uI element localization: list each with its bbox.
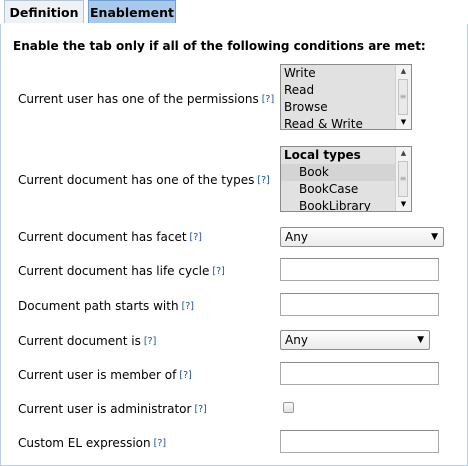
administrator-label-text: Current user is administrator xyxy=(18,402,192,416)
el-expression-input[interactable] xyxy=(280,430,439,453)
permissions-label: Current user has one of the permissions[… xyxy=(18,92,274,106)
el-label: Custom EL expression [?] xyxy=(18,436,166,450)
dropdown-arrow-icon: ▼ xyxy=(417,335,424,345)
types-group-header: Local types xyxy=(281,147,395,164)
help-link[interactable]: [?] xyxy=(194,404,206,415)
administrator-label: Current user is administrator [?] xyxy=(18,402,207,416)
help-link[interactable]: [?] xyxy=(154,438,166,449)
path-label: Document path starts with [?] xyxy=(18,299,194,313)
scroll-thumb[interactable]: ≡ xyxy=(398,161,408,197)
types-listbox[interactable]: Local types Book BookCase BookLibrary ▲ … xyxy=(280,146,412,212)
path-input[interactable] xyxy=(280,293,439,316)
lifecycle-label: Current document has life cycle [?] xyxy=(18,264,225,278)
tab-bar: Definition Enablement xyxy=(0,0,468,25)
permission-option[interactable]: Read & Write xyxy=(281,116,395,129)
types-options: Local types Book BookCase BookLibrary xyxy=(281,147,395,211)
scroll-down-icon[interactable]: ▼ xyxy=(396,198,411,211)
path-label-text: Document path starts with xyxy=(18,299,179,313)
lifecycle-input[interactable] xyxy=(280,258,439,281)
facet-label: Current document has facet [?] xyxy=(18,230,202,244)
help-link[interactable]: [?] xyxy=(257,175,269,186)
lifecycle-label-text: Current document has life cycle xyxy=(18,264,210,278)
tab-enablement[interactable]: Enablement xyxy=(88,0,176,23)
help-link[interactable]: [?] xyxy=(262,94,274,105)
facet-label-text: Current document has facet xyxy=(18,230,187,244)
permissions-options: Write Read Browse Read & Write xyxy=(281,65,395,129)
types-scrollbar[interactable]: ▲ ≡ ▼ xyxy=(395,147,411,211)
help-link[interactable]: [?] xyxy=(144,336,156,347)
facet-select[interactable]: Any ▼ xyxy=(280,227,444,247)
permission-option[interactable]: Read xyxy=(281,82,395,99)
help-link[interactable]: [?] xyxy=(179,370,191,381)
el-label-text: Custom EL expression xyxy=(18,436,151,450)
facet-select-value: Any xyxy=(285,230,308,244)
help-link[interactable]: [?] xyxy=(182,301,194,312)
scroll-thumb[interactable]: ≡ xyxy=(398,79,408,115)
member-of-label-text: Current user is member of xyxy=(18,368,177,382)
types-label: Current document has one of the types [?] xyxy=(18,173,270,187)
help-link[interactable]: [?] xyxy=(212,266,224,277)
type-option[interactable]: BookLibrary xyxy=(281,198,395,211)
doc-is-label-text: Current document is xyxy=(18,334,141,348)
member-of-label: Current user is member of [?] xyxy=(18,368,192,382)
permissions-listbox[interactable]: Write Read Browse Read & Write ▲ ≡ ▼ xyxy=(280,64,412,130)
doc-is-select[interactable]: Any ▼ xyxy=(280,330,430,350)
dropdown-arrow-icon: ▼ xyxy=(431,232,438,242)
permissions-label-text: Current user has one of the permissions xyxy=(18,92,259,106)
section-heading: Enable the tab only if all of the follow… xyxy=(13,39,426,53)
types-label-text: Current document has one of the types xyxy=(18,173,255,187)
help-link[interactable]: [?] xyxy=(190,232,202,243)
scroll-up-icon[interactable]: ▲ xyxy=(396,147,411,160)
permissions-scrollbar[interactable]: ▲ ≡ ▼ xyxy=(395,65,411,129)
administrator-checkbox[interactable] xyxy=(283,402,294,413)
type-option[interactable]: BookCase xyxy=(281,181,395,198)
scroll-down-icon[interactable]: ▼ xyxy=(396,116,411,129)
doc-is-select-value: Any xyxy=(285,333,308,347)
scroll-up-icon[interactable]: ▲ xyxy=(396,65,411,78)
type-option[interactable]: Book xyxy=(281,164,395,181)
doc-is-label: Current document is [?] xyxy=(18,334,156,348)
permission-option[interactable]: Browse xyxy=(281,99,395,116)
tab-definition[interactable]: Definition xyxy=(4,0,84,23)
member-of-input[interactable] xyxy=(280,362,439,385)
permission-option[interactable]: Write xyxy=(281,65,395,82)
